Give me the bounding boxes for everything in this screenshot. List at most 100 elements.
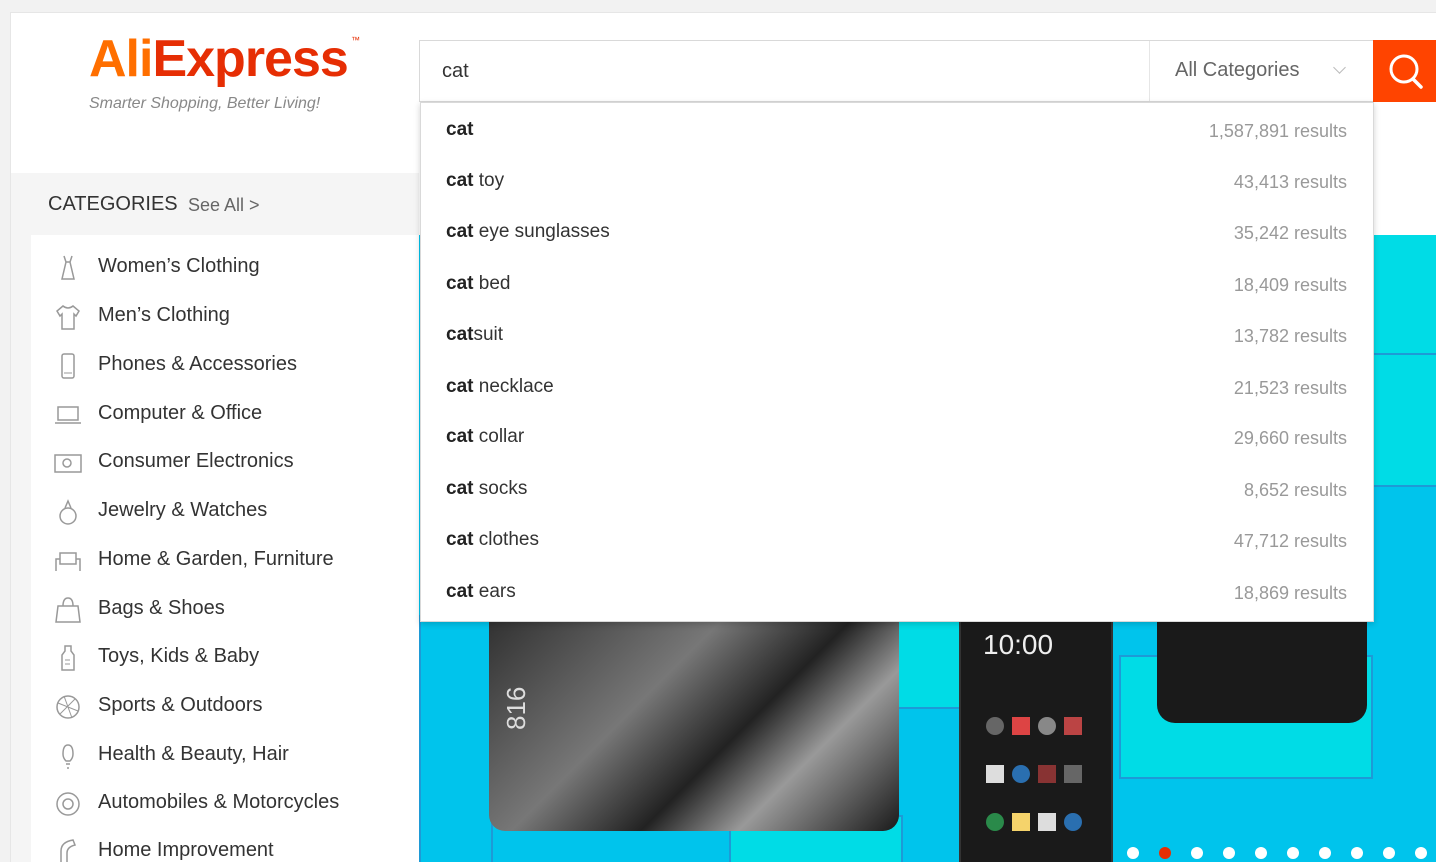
- suggestion-term: cat bed: [446, 273, 511, 294]
- suggestion-term: cat ears: [446, 581, 516, 602]
- category-label: Computer & Office: [98, 402, 263, 424]
- suggestion-count: 43,413 results: [1233, 172, 1347, 192]
- phone-icon: [61, 353, 75, 379]
- wheel-icon: [56, 792, 80, 816]
- category-select-label: All Categories: [1175, 59, 1300, 81]
- suggestion-count: 1,587,891 results: [1208, 121, 1347, 141]
- suggestion-item[interactable]: cat toy 43,413 results: [421, 158, 1373, 202]
- category-item-home-garden[interactable]: Home & Garden, Furniture: [31, 536, 419, 582]
- suggestion-count: 47,712 results: [1233, 531, 1347, 551]
- panel-strip: [11, 235, 31, 862]
- search-icon: [1389, 54, 1423, 89]
- category-label: Health & Beauty, Hair: [98, 743, 289, 765]
- app-icons: [986, 813, 1086, 833]
- search-bar: All Categories: [419, 40, 1436, 102]
- category-item-home-improvement[interactable]: Home Improvement: [31, 827, 419, 862]
- category-label: Women’s Clothing: [98, 255, 260, 277]
- category-label: Bags & Shoes: [98, 597, 225, 619]
- ring-icon: [59, 499, 77, 525]
- suggestion-term: cat clothes: [446, 529, 539, 550]
- carousel-dot[interactable]: [1383, 847, 1395, 859]
- tablet-image: 816: [489, 595, 899, 831]
- suggestion-count: 29,660 results: [1233, 428, 1347, 448]
- suggestion-count: 13,782 results: [1233, 326, 1347, 346]
- suggestion-term: cat collar: [446, 426, 525, 447]
- suggestion-count: 8,652 results: [1243, 480, 1347, 500]
- carousel-dot[interactable]: [1127, 847, 1139, 859]
- phone-clock: 10:00: [983, 629, 1054, 660]
- category-item-jewelry[interactable]: Jewelry & Watches: [31, 487, 419, 533]
- laptop-icon: [55, 406, 81, 424]
- bottle-icon: [61, 645, 75, 671]
- suggestion-item[interactable]: cat clothes 47,712 results: [421, 517, 1373, 561]
- aliexpress-logo[interactable]: AliExpress ™ Smarter Shopping, Better Li…: [89, 27, 379, 147]
- suggestion-item[interactable]: cat collar 29,660 results: [421, 414, 1373, 458]
- category-item-electronics[interactable]: Consumer Electronics: [31, 438, 419, 484]
- phone-side-text: 816: [501, 686, 531, 730]
- carousel-dot[interactable]: [1415, 847, 1427, 859]
- suggestion-item[interactable]: cat 1,587,891 results: [421, 107, 1373, 151]
- category-label: Home & Garden, Furniture: [98, 548, 334, 570]
- dress-icon: [61, 255, 75, 280]
- suggestion-term: catsuit: [446, 324, 504, 345]
- categories-title: CATEGORIES: [48, 193, 178, 215]
- bulb-icon: [62, 744, 74, 769]
- category-item-mens-clothing[interactable]: Men’s Clothing: [31, 292, 419, 338]
- category-label: Automobiles & Motorcycles: [98, 791, 340, 813]
- category-select[interactable]: All Categories: [1149, 41, 1375, 101]
- suggestion-term: cat necklace: [446, 376, 554, 397]
- search-box: All Categories: [419, 40, 1375, 102]
- suggestion-item[interactable]: cat ears 18,869 results: [421, 569, 1373, 613]
- category-item-toys[interactable]: Toys, Kids & Baby: [31, 633, 419, 679]
- carousel-dot[interactable]: [1191, 847, 1203, 859]
- categories-panel: CATEGORIES See All > Women’s Clothing Me…: [11, 173, 419, 862]
- carousel-dot[interactable]: [1255, 847, 1267, 859]
- suggestion-item[interactable]: cat necklace 21,523 results: [421, 364, 1373, 408]
- page: AliExpress ™ Smarter Shopping, Better Li…: [10, 12, 1436, 862]
- suggestion-item[interactable]: cat bed 18,409 results: [421, 261, 1373, 305]
- carousel-dot[interactable]: [1287, 847, 1299, 859]
- carousel-dot-active[interactable]: [1159, 847, 1171, 859]
- category-label: Phones & Accessories: [98, 353, 297, 375]
- categories-header: CATEGORIES See All >: [11, 173, 419, 235]
- chevron-down-icon: [1333, 61, 1346, 74]
- carousel-dot[interactable]: [1223, 847, 1235, 859]
- carousel-dot[interactable]: [1351, 847, 1363, 859]
- suggestion-item[interactable]: cat socks 8,652 results: [421, 466, 1373, 510]
- category-item-phones[interactable]: Phones & Accessories: [31, 341, 419, 387]
- category-item-health[interactable]: Health & Beauty, Hair: [31, 731, 419, 777]
- suggestion-count: 18,869 results: [1233, 583, 1347, 603]
- suggestion-count: 21,523 results: [1233, 378, 1347, 398]
- category-label: Consumer Electronics: [98, 450, 294, 472]
- category-label: Toys, Kids & Baby: [98, 645, 260, 667]
- search-button[interactable]: [1373, 40, 1436, 102]
- category-label: Jewelry & Watches: [98, 499, 268, 521]
- category-item-computer[interactable]: Computer & Office: [31, 390, 419, 436]
- category-item-sports[interactable]: Sports & Outdoors: [31, 682, 419, 728]
- category-label: Men’s Clothing: [98, 304, 230, 326]
- carousel-dot[interactable]: [1319, 847, 1331, 859]
- logo-wordmark: AliExpress: [89, 30, 349, 88]
- category-item-womens-clothing[interactable]: Women’s Clothing: [31, 243, 419, 289]
- category-label: Sports & Outdoors: [98, 694, 263, 716]
- category-label: Home Improvement: [98, 839, 274, 861]
- shirt-icon: [56, 305, 80, 330]
- category-item-automobiles[interactable]: Automobiles & Motorcycles: [31, 779, 419, 825]
- bag-icon: [55, 597, 81, 623]
- tool-icon: [60, 839, 77, 862]
- suggestion-term: cat eye sunglasses: [446, 221, 610, 242]
- see-all-link[interactable]: See All >: [188, 195, 260, 216]
- category-item-bags-shoes[interactable]: Bags & Shoes: [31, 585, 419, 631]
- suggestion-term: cat socks: [446, 478, 528, 499]
- search-input[interactable]: [442, 41, 1142, 101]
- suggestion-item[interactable]: cat eye sunglasses 35,242 results: [421, 209, 1373, 253]
- app-icons: [986, 765, 1086, 785]
- app-icons: [986, 717, 1086, 737]
- logo-tagline: Smarter Shopping, Better Living!: [89, 95, 321, 112]
- suggestion-count: 18,409 results: [1233, 275, 1347, 295]
- camera-icon: [54, 454, 82, 473]
- suggestion-term: cat toy: [446, 170, 505, 191]
- suggestion-item[interactable]: catsuit 13,782 results: [421, 312, 1373, 356]
- suggestion-count: 35,242 results: [1233, 223, 1347, 243]
- banner-tile: [419, 615, 493, 862]
